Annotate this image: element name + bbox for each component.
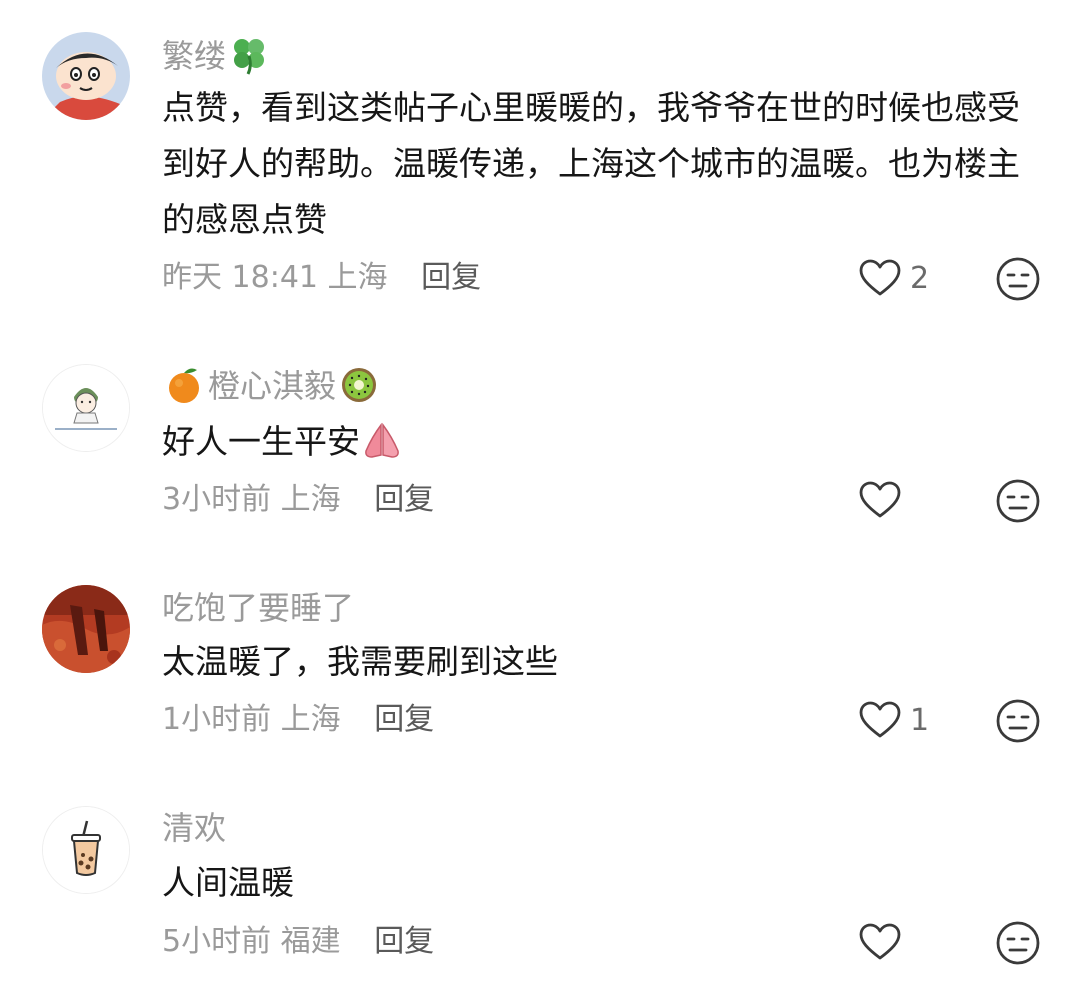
heart-icon: [858, 258, 902, 298]
comment-meta: 3小时前 上海 回复: [162, 480, 434, 520]
reply-button[interactable]: 回复: [421, 260, 481, 295]
username[interactable]: 清欢: [162, 808, 226, 848]
comment-time: 1小时前: [162, 702, 272, 737]
reply-button[interactable]: 回复: [374, 482, 434, 517]
username[interactable]: 橙心淇毅: [162, 366, 382, 409]
like-button[interactable]: [858, 476, 910, 524]
comment-location: 上海: [327, 260, 388, 295]
like-count: 2: [910, 260, 930, 296]
red-landscape-avatar-icon: [42, 585, 130, 673]
kiwi-icon: [338, 364, 380, 406]
reply-button[interactable]: 回复: [374, 702, 434, 737]
meh-face-icon: [995, 698, 1041, 744]
heart-icon: [858, 480, 902, 520]
comment-meta: 5小时前 福建 回复: [162, 922, 434, 962]
comment-meta: 1小时前 上海 回复: [162, 700, 434, 740]
username-text: 橙心淇毅: [208, 367, 337, 405]
four-leaf-clover-icon: [228, 34, 270, 76]
comment-text: 人间温暖: [162, 863, 294, 902]
avatar[interactable]: [42, 364, 130, 452]
bubble-tea-avatar-icon: [43, 807, 129, 893]
avatar[interactable]: [42, 806, 130, 894]
username-text: 吃饱了要睡了: [162, 589, 355, 627]
meh-face-icon: [995, 256, 1041, 302]
dislike-button[interactable]: [995, 256, 1041, 302]
like-button[interactable]: 2: [858, 254, 929, 302]
comment-text-content: 好人一生平安: [162, 422, 360, 461]
heart-icon: [858, 700, 902, 740]
comment-time: 5小时前: [162, 924, 272, 959]
comment-meta: 昨天 18:41 上海 回复: [162, 258, 481, 298]
heart-icon: [858, 922, 902, 962]
orange-icon: [164, 364, 206, 406]
like-button[interactable]: 1: [858, 696, 929, 744]
comment-time: 3小时前: [162, 482, 272, 517]
cartoon-boy-avatar-icon: [42, 32, 130, 120]
comment-time: 昨天 18:41: [162, 260, 318, 295]
avatar[interactable]: [42, 585, 130, 673]
comment-location: 上海: [280, 702, 341, 737]
username-text: 清欢: [162, 809, 227, 847]
reply-button[interactable]: 回复: [374, 924, 434, 959]
dislike-button[interactable]: [995, 478, 1041, 524]
username[interactable]: 吃饱了要睡了: [162, 588, 354, 628]
comment-location: 上海: [280, 482, 341, 517]
comment-location: 福建: [280, 924, 341, 959]
comment-text: 好人一生平安: [162, 414, 1042, 470]
comment-text: 点赞，看到这类帖子心里暖暖的，我爷爷在世的时候也感受到好人的帮助。温暖传递，上海…: [162, 88, 1020, 239]
username[interactable]: 繁缕: [162, 36, 272, 79]
dislike-button[interactable]: [995, 920, 1041, 966]
like-button[interactable]: [858, 918, 910, 966]
praying-hands-icon: [360, 421, 404, 461]
username-text: 繁缕: [162, 37, 227, 75]
like-count: 1: [910, 702, 930, 738]
meh-face-icon: [995, 920, 1041, 966]
drawn-girl-avatar-icon: [43, 365, 129, 451]
avatar[interactable]: [42, 32, 130, 120]
comment-text: 太温暖了，我需要刷到这些: [162, 642, 558, 681]
dislike-button[interactable]: [995, 698, 1041, 744]
meh-face-icon: [995, 478, 1041, 524]
